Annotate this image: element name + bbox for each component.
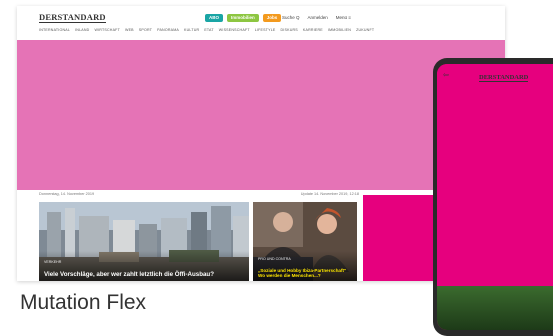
pill-abo[interactable]: ABO bbox=[205, 14, 223, 22]
phone-bottom-image bbox=[437, 286, 553, 330]
header-pills: ABO Immobilien Jobs bbox=[205, 14, 282, 22]
nav-item[interactable]: International bbox=[39, 28, 70, 32]
nav-item[interactable]: Lifestyle bbox=[255, 28, 276, 32]
nav-item[interactable]: Diskurs bbox=[281, 28, 298, 32]
menu-link[interactable]: Menü ≡ bbox=[336, 15, 351, 20]
desktop-browser-mockup: DERSTANDARD ABO Immobilien Jobs Suche Q … bbox=[17, 6, 505, 281]
nav-item[interactable]: Etat bbox=[204, 28, 213, 32]
main-nav: International Inland Wirtschaft Web Spor… bbox=[39, 28, 374, 32]
nav-item[interactable]: Immobilien bbox=[328, 28, 351, 32]
article-kicker: Pro und Contra bbox=[258, 257, 291, 261]
article-teaser[interactable]: Pro und Contra „Soziale und Hobby Ibiza-… bbox=[253, 202, 357, 281]
article-kicker: Verkehr bbox=[44, 260, 62, 264]
site-logo[interactable]: DERSTANDARD bbox=[39, 13, 106, 23]
pill-immobilien[interactable]: Immobilien bbox=[227, 14, 259, 22]
nav-item[interactable]: Kultur bbox=[184, 28, 199, 32]
nav-item[interactable]: Web bbox=[125, 28, 134, 32]
phone-screen: ⇦ DERSTANDARD bbox=[437, 64, 553, 330]
nav-item[interactable]: Zukunft bbox=[356, 28, 374, 32]
date-row: Donnerstag, 14. November 2019 Update 14.… bbox=[39, 192, 359, 196]
phone-mockup: ⇦ DERSTANDARD bbox=[433, 58, 553, 336]
phone-header: ⇦ DERSTANDARD bbox=[437, 64, 553, 92]
back-arrow-icon[interactable]: ⇦ bbox=[443, 71, 449, 79]
update-timestamp: Update 14. November 2019, 12:18 bbox=[300, 192, 359, 196]
pill-jobs[interactable]: Jobs bbox=[262, 14, 282, 22]
nav-item[interactable]: Karriere bbox=[303, 28, 323, 32]
current-date: Donnerstag, 14. November 2019 bbox=[39, 192, 95, 196]
article-teaser[interactable]: Verkehr Viele Vorschläge, aber wer zahlt… bbox=[39, 202, 249, 281]
search-link[interactable]: Suche Q bbox=[282, 15, 300, 20]
ad-banner-area[interactable] bbox=[17, 40, 505, 190]
nav-item[interactable]: Sport bbox=[139, 28, 152, 32]
phone-logo[interactable]: DERSTANDARD bbox=[479, 74, 529, 82]
nav-item[interactable]: Wissenschaft bbox=[219, 28, 250, 32]
nav-item[interactable]: Panorama bbox=[157, 28, 179, 32]
header-links: Suche Q Anmelden Menü ≡ bbox=[282, 15, 351, 20]
nav-item[interactable]: Wirtschaft bbox=[94, 28, 120, 32]
login-link[interactable]: Anmelden bbox=[308, 15, 328, 20]
caption-title: Mutation Flex bbox=[20, 291, 147, 314]
article-headline[interactable]: Viele Vorschläge, aber wer zahlt letztli… bbox=[44, 271, 245, 278]
article-headline[interactable]: „Soziale und Hobby Ibiza-Partnerschaft" … bbox=[258, 268, 353, 278]
site-header: DERSTANDARD ABO Immobilien Jobs Suche Q … bbox=[17, 6, 505, 40]
nav-item[interactable]: Inland bbox=[75, 28, 89, 32]
